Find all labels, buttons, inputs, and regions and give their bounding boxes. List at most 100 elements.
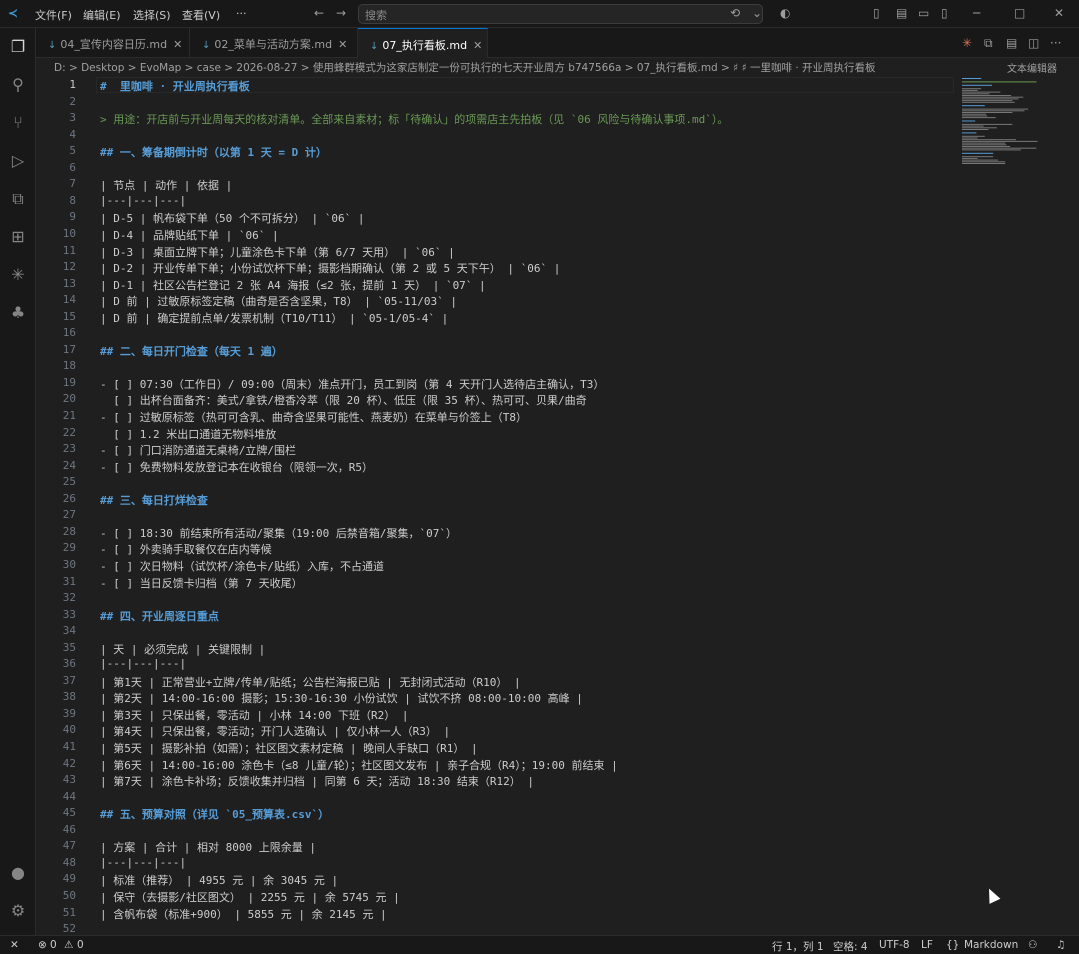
minimap-line — [962, 93, 990, 95]
code-line[interactable]: ## 五、预算对照（详见 `05_预算表.csv`） — [100, 806, 329, 822]
remote-explorer-icon[interactable]: ⧉ — [7, 188, 29, 210]
remote-icon[interactable]: ✕ — [10, 939, 19, 951]
code-line[interactable]: # 里咖啡 · 开业周执行看板 — [100, 78, 250, 94]
editor-type-label[interactable]: 文本编辑器 — [1007, 60, 1057, 75]
menu-file[interactable]: 文件(F) — [35, 7, 72, 23]
code-line[interactable]: | 保守（去摄影/社区图文） | 2255 元 | 余 5745 元 | — [100, 889, 400, 905]
code-line[interactable]: | D-4 | 品牌贴纸下单 | `06` | — [100, 227, 279, 243]
code-line[interactable]: > 用途：开店前与开业周每天的核对清单。全部来自素材；标「待确认」的项需店主先拍… — [100, 111, 728, 127]
code-line[interactable]: | 第2天 | 14:00-16:00 摄影；15:30-16:30 小份试饮 … — [100, 690, 583, 706]
extensions-icon[interactable]: ⊞ — [7, 226, 29, 248]
menu-edit[interactable]: 编辑(E) — [83, 7, 121, 23]
code-line[interactable]: [ ] 1.2 米出口通道无物料堆放 — [100, 426, 276, 442]
code-line[interactable]: | 含帆布袋（标准+900） | 5855 元 | 余 2145 元 | — [100, 906, 387, 922]
open-changes-icon[interactable]: ⧉ — [984, 36, 993, 51]
toggle-sidebar-icon[interactable]: ▯ — [873, 6, 880, 20]
more-actions-icon[interactable]: ··· — [1050, 36, 1061, 50]
settings-gear-icon[interactable]: ⚙ — [7, 900, 29, 922]
code-line[interactable]: - [ ] 当日反馈卡归档（第 7 天收尾） — [100, 575, 303, 591]
code-line[interactable]: | 第4天 | 只保出餐，零活动；开门人选确认 | 仅小林一人（R3） | — [100, 723, 450, 739]
eol[interactable]: LF — [921, 939, 933, 951]
forward-arrow-icon[interactable]: → — [336, 6, 346, 20]
close-icon[interactable]: ✕ — [1054, 6, 1064, 20]
search-input[interactable]: 搜索 — [358, 4, 763, 24]
claude-icon[interactable]: ✳ — [962, 36, 972, 50]
code-line[interactable]: | D-1 | 社区公告栏登记 2 张 A4 海报（≤2 张，提前 1 天） |… — [100, 277, 486, 293]
code-line[interactable]: - [ ] 次日物料（试饮杯/涂色卡/贴纸）入库，不占通道 — [100, 558, 384, 574]
code-editor[interactable]: 1 # 里咖啡 · 开业周执行看板 2 3 > 用途：开店前与开业周每天的核对清单。全部… — [36, 76, 956, 935]
warning-icon[interactable]: ⚠ — [64, 939, 73, 951]
code-line[interactable]: | D 前 | 确定提前点单/发票机制（T10/T11） | `05-1/05-… — [100, 310, 448, 326]
error-icon[interactable]: ⊗ — [38, 939, 47, 951]
code-line[interactable]: | D 前 | 过敏原标签定稿（曲奇是否含坚果，T8） | `05-11/03`… — [100, 293, 457, 309]
tab-04-calendar[interactable]: ↓ 04_宣传内容日历.md ✕ — [36, 28, 190, 58]
code-line[interactable]: |---|---|---| — [100, 856, 186, 869]
tab-07-board[interactable]: ↓ 07_执行看板.md ✕ — [358, 28, 488, 58]
code-line[interactable]: - [ ] 18:30 前结束所有活动/聚集（19:00 后禁音箱/聚集，`07… — [100, 525, 457, 541]
tab-02-menu[interactable]: ↓ 02_菜单与活动方案.md ✕ — [190, 28, 358, 58]
menu-more[interactable]: ··· — [236, 7, 247, 20]
code-line[interactable]: | 第1天 | 正常营业+立牌/传单/贴纸；公告栏海报已贴 | 无封闭式活动（R… — [100, 674, 521, 690]
chevron-down-icon[interactable]: ⌄ — [752, 6, 762, 20]
minimap-line — [962, 139, 1016, 141]
back-arrow-icon[interactable]: ← — [314, 6, 324, 20]
code-line[interactable]: - [ ] 门口消防通道无桌椅/立牌/围栏 — [100, 442, 296, 458]
minimize-icon[interactable]: ─ — [973, 6, 980, 20]
code-line[interactable]: - [ ] 外卖骑手取餐仅在店内等候 — [100, 541, 272, 557]
error-count[interactable]: 0 — [50, 939, 57, 951]
code-line[interactable]: | 方案 | 合计 | 相对 8000 上限余量 | — [100, 839, 316, 855]
markdown-icon: ↓ — [48, 40, 57, 51]
close-tab-icon[interactable]: ✕ — [338, 38, 347, 51]
code-line[interactable]: [ ] 出杯台面备齐：美式/拿铁/橙香冷萃（限 20 杯）、低压（限 35 杯）… — [100, 392, 586, 408]
warning-count[interactable]: 0 — [77, 939, 84, 951]
layout-icon[interactable]: ▤ — [896, 6, 907, 20]
indentation[interactable]: 空格: 4 — [833, 939, 868, 954]
code-line[interactable]: | D-2 | 开业传单下单；小份试饮杯下单；摄影档期确认（第 2 或 5 天下… — [100, 260, 560, 276]
code-line[interactable]: | 节点 | 动作 | 依据 | — [100, 177, 232, 193]
code-line[interactable]: | 第6天 | 14:00-16:00 涂色卡（≤8 儿童/轮）；社区图文发布 … — [100, 757, 618, 773]
encoding[interactable]: UTF-8 — [879, 939, 910, 951]
code-line[interactable]: ## 一、筹备期倒计时（以第 1 天 = D 计） — [100, 144, 327, 160]
account-icon[interactable]: ● — [7, 862, 29, 884]
close-tab-icon[interactable]: ✕ — [473, 39, 482, 52]
menu-selection[interactable]: 选择(S) — [133, 7, 171, 23]
vertical-scrollbar[interactable] — [1068, 76, 1079, 935]
minimap[interactable] — [960, 76, 1065, 176]
code-line[interactable]: |---|---|---| — [100, 657, 186, 670]
search-icon[interactable]: ⚲ — [7, 74, 29, 96]
cursor-position[interactable]: 行 1，列 1 — [772, 939, 824, 954]
menu-view[interactable]: 查看(V) — [182, 7, 220, 23]
code-line[interactable]: | D-5 | 帆布袋下单（50 个不可拆分） | `06` | — [100, 210, 364, 226]
preview-icon[interactable]: ▤ — [1006, 36, 1017, 50]
source-control-icon[interactable]: ⑂ — [7, 112, 29, 134]
claude-icon[interactable]: ✳ — [7, 264, 29, 286]
close-tab-icon[interactable]: ✕ — [173, 38, 182, 51]
code-line[interactable]: ## 二、每日开门检查（每天 1 遍） — [100, 343, 283, 359]
code-line[interactable]: - [ ] 07:30（工作日）/ 09:00（周末）准点开门，员工到岗（第 4… — [100, 376, 604, 392]
copilot-icon[interactable]: ⟲ — [730, 6, 740, 20]
explorer-icon[interactable]: ❐ — [7, 36, 29, 58]
code-line[interactable]: | D-3 | 桌面立牌下单；儿童涂色卡下单（第 6/7 天用） | `06` … — [100, 244, 455, 260]
code-line[interactable]: |---|---|---| — [100, 194, 186, 207]
run-debug-icon[interactable]: ▷ — [7, 150, 29, 172]
code-line[interactable]: ## 三、每日打烊检查 — [100, 492, 208, 508]
code-line[interactable]: | 第3天 | 只保出餐，零活动 | 小林 14:00 下班（R2） | — [100, 707, 408, 723]
code-line[interactable]: - [ ] 免费物料发放登记本在收银台（限领一次，R5） — [100, 459, 373, 475]
code-line[interactable]: ## 四、开业周逐日重点 — [100, 608, 219, 624]
code-line[interactable]: | 第7天 | 涂色卡补场；反馈收集并归档 | 同第 6 天；活动 18:30 … — [100, 773, 534, 789]
maximize-icon[interactable]: □ — [1014, 6, 1025, 20]
breadcrumb[interactable]: D: > Desktop > EvoMap > case > 2026-08-2… — [36, 58, 1079, 76]
toggle-panel-icon[interactable]: ▭ — [918, 6, 929, 20]
notifications-icon[interactable]: ♫ — [1056, 939, 1065, 951]
code-line[interactable]: | 标准（推荐） | 4955 元 | 余 3045 元 | — [100, 872, 338, 888]
code-line[interactable]: - [ ] 过敏原标签（热可可含乳、曲奇含坚果可能性、燕麦奶）在菜单与价签上（T… — [100, 409, 527, 425]
split-editor-icon[interactable]: ◫ — [1028, 36, 1039, 50]
python-icon[interactable]: ♣ — [7, 302, 29, 324]
toggle-secondary-sidebar-icon[interactable]: ▯ — [941, 6, 948, 20]
language-mode[interactable]: Markdown — [964, 939, 1018, 951]
code-line[interactable]: | 第5天 | 摄影补拍（如需）；社区图文素材定稿 | 晚间人手缺口（R1） | — [100, 740, 478, 756]
accounts-icon[interactable]: ◐ — [780, 6, 790, 20]
code-line[interactable]: | 天 | 必须完成 | 关键限制 | — [100, 641, 265, 657]
copilot-status-icon[interactable]: ⚇ — [1028, 939, 1037, 951]
minimap-line — [962, 140, 1038, 142]
